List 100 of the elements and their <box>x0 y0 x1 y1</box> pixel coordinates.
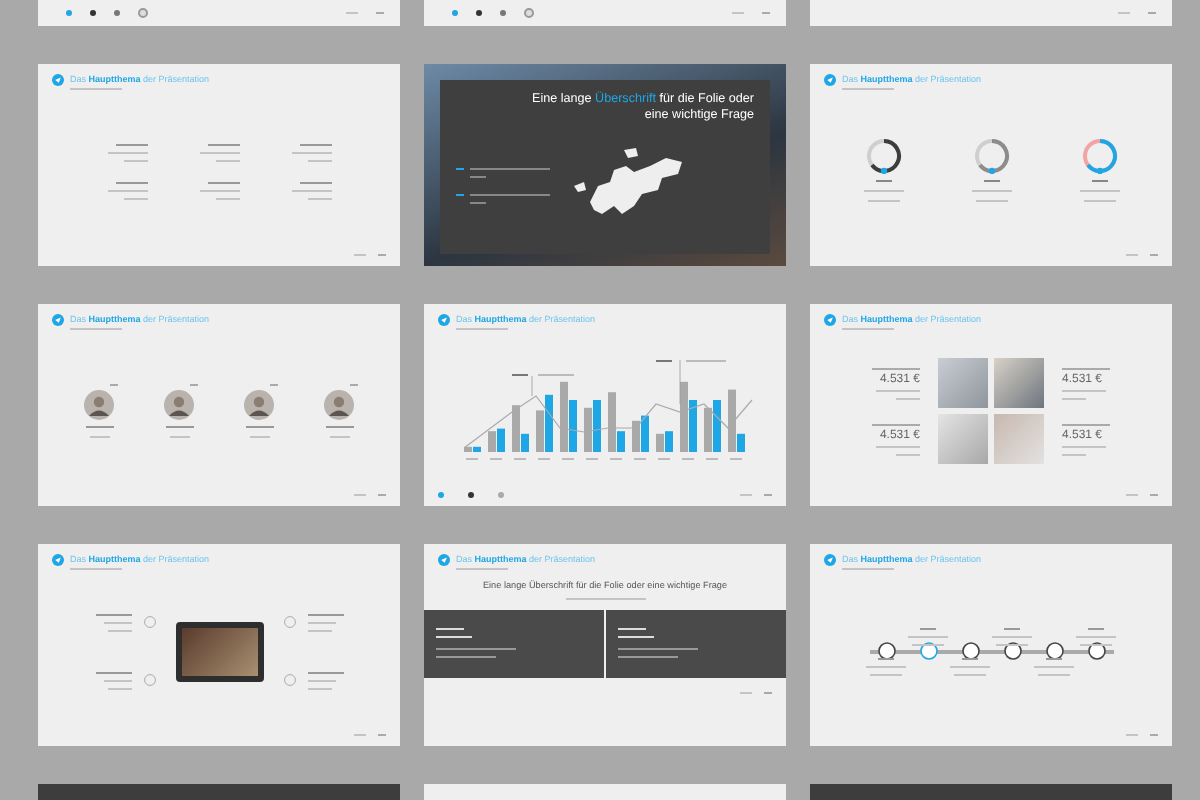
text-placeholder-line <box>325 425 353 427</box>
circle-icon <box>143 616 155 628</box>
text-placeholder-line <box>115 143 147 145</box>
text-placeholder-line <box>842 568 894 570</box>
topic-icon <box>438 314 450 326</box>
text-placeholder-line <box>103 621 131 623</box>
text-placeholder-line <box>1126 734 1138 736</box>
text-placeholder-line <box>992 635 1032 637</box>
text-placeholder-line <box>470 168 550 171</box>
text-placeholder-line <box>1118 12 1130 14</box>
text-placeholder-line <box>872 423 920 425</box>
text-placeholder-line <box>307 197 331 199</box>
text-placeholder-line <box>1046 657 1062 659</box>
text-placeholder-line <box>245 425 273 427</box>
avatar-icon <box>324 389 354 419</box>
avatar-icon <box>244 389 274 419</box>
circle-icon <box>143 674 155 686</box>
text-placeholder-line <box>875 180 891 182</box>
text-placeholder-line <box>107 151 147 153</box>
topic-icon <box>824 314 836 326</box>
text-placeholder-line <box>470 202 486 205</box>
text-placeholder-line <box>1062 423 1110 425</box>
text-placeholder-line <box>876 445 920 447</box>
text-placeholder-line <box>199 151 239 153</box>
photo-placeholder <box>938 414 988 464</box>
text-placeholder-line <box>70 568 122 570</box>
text-placeholder-line <box>872 367 920 369</box>
text-placeholder-line <box>896 453 920 455</box>
text-placeholder-line <box>307 621 335 623</box>
photo-placeholder <box>994 414 1044 464</box>
text-placeholder-line <box>307 629 331 631</box>
text-placeholder-line <box>307 679 335 681</box>
text-placeholder-line <box>842 88 894 90</box>
text-placeholder-line <box>842 328 894 330</box>
text-placeholder-line <box>470 194 550 197</box>
text-placeholder-line <box>436 656 496 659</box>
text-placeholder-line <box>870 673 902 675</box>
text-placeholder-line <box>950 665 990 667</box>
ring-icon <box>1081 138 1117 174</box>
text-placeholder-line <box>329 435 349 437</box>
text-placeholder-line <box>95 613 131 615</box>
text-placeholder-line <box>565 597 645 600</box>
text-placeholder-line <box>107 189 147 191</box>
text-placeholder-line <box>115 181 147 183</box>
text-placeholder-line <box>866 665 906 667</box>
avatar-icon <box>84 389 114 419</box>
text-placeholder-line <box>123 159 147 161</box>
ring-icon <box>865 138 901 174</box>
text-placeholder-line <box>89 435 109 437</box>
text-placeholder-line <box>107 687 131 689</box>
text-placeholder-line <box>732 12 744 14</box>
text-placeholder-line <box>354 254 366 256</box>
topic-icon <box>824 554 836 566</box>
text-placeholder-line <box>618 656 678 659</box>
text-placeholder-line <box>618 628 646 631</box>
text-placeholder-line <box>1062 367 1110 369</box>
text-placeholder-line <box>1080 643 1112 645</box>
text-placeholder-line <box>107 629 131 631</box>
slide[interactable] <box>810 784 1172 800</box>
text-placeholder-line <box>307 671 343 673</box>
text-placeholder-line <box>207 181 239 183</box>
text-placeholder-line <box>85 425 113 427</box>
legend-dot-icon <box>476 10 482 16</box>
topic-icon <box>52 74 64 86</box>
topic-icon <box>824 74 836 86</box>
text-placeholder-line <box>618 648 698 651</box>
legend-dot-icon <box>468 492 474 498</box>
text-placeholder-line <box>346 12 358 14</box>
text-placeholder-line <box>920 627 936 629</box>
text-placeholder-line <box>908 635 948 637</box>
slide[interactable] <box>424 784 786 800</box>
text-placeholder-line <box>1038 673 1070 675</box>
legend-dot-icon <box>524 8 534 18</box>
text-placeholder-line <box>436 648 516 651</box>
text-placeholder-line <box>199 189 239 191</box>
text-placeholder-line <box>95 671 131 673</box>
legend-dot-icon <box>90 10 96 16</box>
circle-icon <box>283 674 295 686</box>
text-placeholder-line <box>103 679 131 681</box>
text-placeholder-line <box>896 397 920 399</box>
text-placeholder-line <box>863 190 903 192</box>
text-placeholder-line <box>436 636 472 639</box>
text-placeholder-line <box>1062 453 1086 455</box>
slide[interactable] <box>38 784 400 800</box>
text-placeholder-line <box>165 425 193 427</box>
text-placeholder-line <box>1034 665 1074 667</box>
ring-icon <box>973 138 1009 174</box>
legend-dot-icon <box>66 10 72 16</box>
text-placeholder-line <box>169 435 189 437</box>
text-placeholder-line <box>971 190 1011 192</box>
legend-dot-icon <box>138 8 148 18</box>
legend-dot-icon <box>438 492 444 498</box>
text-placeholder-line <box>354 494 366 496</box>
text-placeholder-line <box>954 673 986 675</box>
text-placeholder-line <box>1088 627 1104 629</box>
topic-icon <box>52 554 64 566</box>
text-placeholder-line <box>436 628 464 631</box>
legend-dot-icon <box>114 10 120 16</box>
text-placeholder-line <box>307 159 331 161</box>
text-placeholder-line <box>307 687 331 689</box>
